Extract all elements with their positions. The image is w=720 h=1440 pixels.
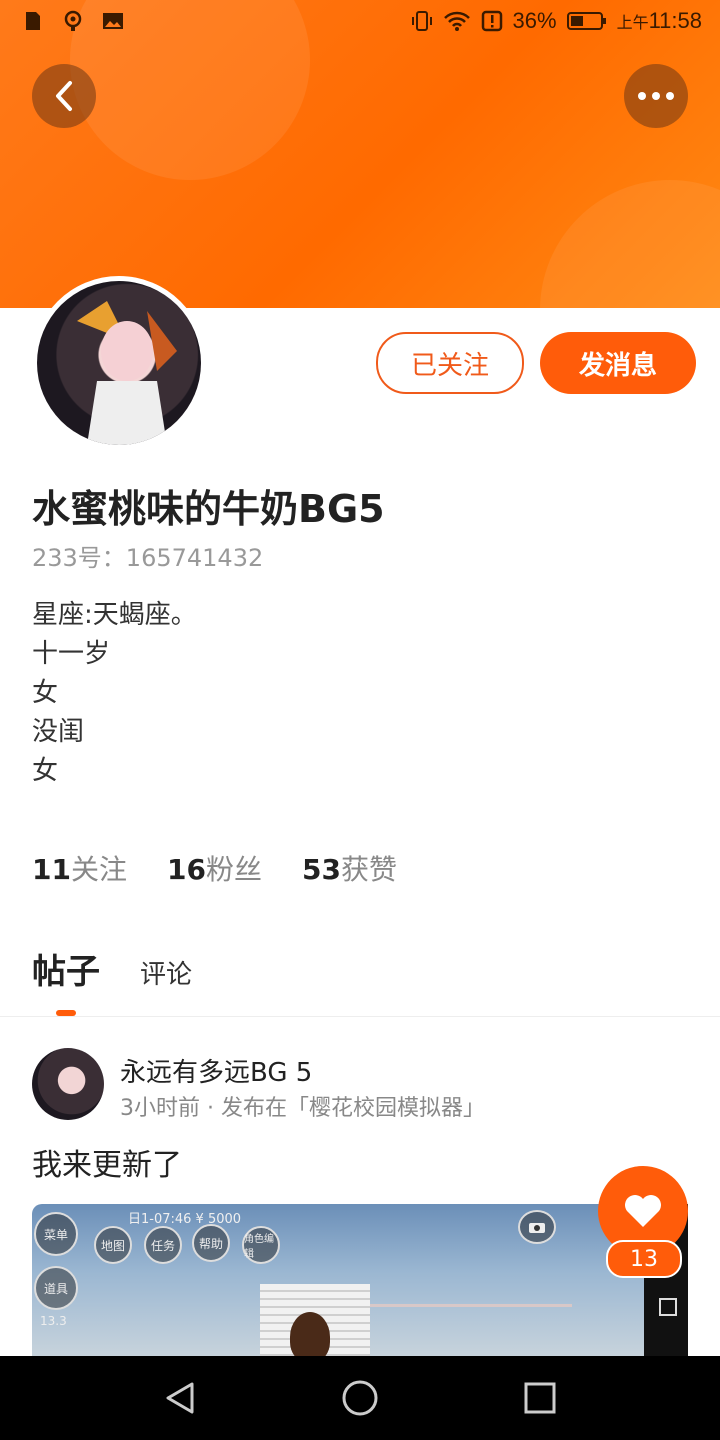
- post-text[interactable]: 我来更新了: [32, 1140, 182, 1184]
- back-button[interactable]: [32, 64, 96, 128]
- more-dots-icon: [638, 92, 674, 100]
- stat-likes[interactable]: 53获赞: [302, 848, 397, 888]
- sd-card-icon: [26, 12, 40, 30]
- banner-decoration: [540, 180, 720, 308]
- avatar-frame: [32, 276, 206, 450]
- bio-line: 十一岁: [32, 639, 111, 669]
- tab-comments[interactable]: 评论: [140, 954, 192, 991]
- game-task-button: 任务: [144, 1226, 182, 1264]
- bio-line: 女: [32, 756, 59, 786]
- profile-tabs: 帖子 评论: [32, 944, 192, 993]
- game-map-button: 地图: [94, 1226, 132, 1264]
- like-count: 13: [606, 1240, 682, 1278]
- bio-line: 没闺: [32, 717, 85, 747]
- nav-back-button[interactable]: [156, 1374, 204, 1422]
- profile-bio: 星座:天蝎座。 十一岁 女 没闺 女: [32, 596, 197, 791]
- post-meta: 3小时前 · 发布在「樱花校园模拟器」: [120, 1096, 485, 1121]
- stat-following[interactable]: 11关注: [32, 848, 127, 888]
- bio-line: 星座:天蝎座。: [32, 600, 197, 630]
- gallery-icon: [103, 13, 123, 29]
- battery-icon: [566, 12, 606, 30]
- square-icon: [659, 1298, 677, 1316]
- alert-icon: [481, 10, 502, 32]
- game-character: [290, 1312, 330, 1356]
- profile-header-banner: 36% 上午11:58: [0, 0, 720, 308]
- stat-fans[interactable]: 16粉丝: [167, 848, 262, 888]
- hotspot-icon: [64, 10, 82, 31]
- circle-home-icon: [342, 1380, 378, 1416]
- system-nav-bar: [0, 1356, 720, 1440]
- camera-icon: [518, 1210, 556, 1244]
- post-image[interactable]: 菜单 日1-07:46 ¥ 5000 地图 任务 帮助 角色编辑 道具 13.3: [32, 1204, 644, 1356]
- game-items-button: 道具: [34, 1266, 78, 1310]
- nav-recents-button[interactable]: [516, 1374, 564, 1422]
- game-menu-button: 菜单: [34, 1212, 78, 1256]
- vibrate-icon: [411, 11, 432, 31]
- game-time-money: 日1-07:46 ¥ 5000: [128, 1212, 242, 1227]
- avatar[interactable]: [37, 281, 201, 445]
- triangle-back-icon: [166, 1382, 194, 1414]
- square-recents-icon: [524, 1382, 556, 1414]
- battery-percent: 36%: [512, 8, 557, 33]
- status-bar: 36% 上午11:58: [0, 0, 720, 48]
- game-character-button: 角色编辑: [242, 1226, 280, 1264]
- post-username[interactable]: 永远有多远BG 5: [120, 1052, 312, 1089]
- chevron-left-icon: [56, 81, 72, 111]
- game-level: 13.3: [40, 1314, 67, 1328]
- more-button[interactable]: [624, 64, 688, 128]
- profile-name: 水蜜桃味的牛奶BG5: [32, 487, 385, 531]
- game-help-button: 帮助: [192, 1224, 230, 1262]
- divider: [0, 1016, 720, 1017]
- tab-posts[interactable]: 帖子: [32, 944, 100, 993]
- followed-button[interactable]: 已关注: [376, 332, 524, 394]
- post-avatar[interactable]: [32, 1048, 104, 1120]
- wifi-icon: [443, 11, 470, 31]
- bio-line: 女: [32, 678, 59, 708]
- send-message-button[interactable]: 发消息: [540, 332, 696, 394]
- nav-home-button[interactable]: [336, 1374, 384, 1422]
- profile-uid: 233号：165741432: [32, 544, 264, 572]
- profile-stats: 11关注 16粉丝 53获赞: [32, 848, 397, 888]
- clock: 上午11:58: [616, 8, 702, 33]
- heart-icon: [625, 1195, 661, 1227]
- avatar-illustration: [77, 301, 177, 445]
